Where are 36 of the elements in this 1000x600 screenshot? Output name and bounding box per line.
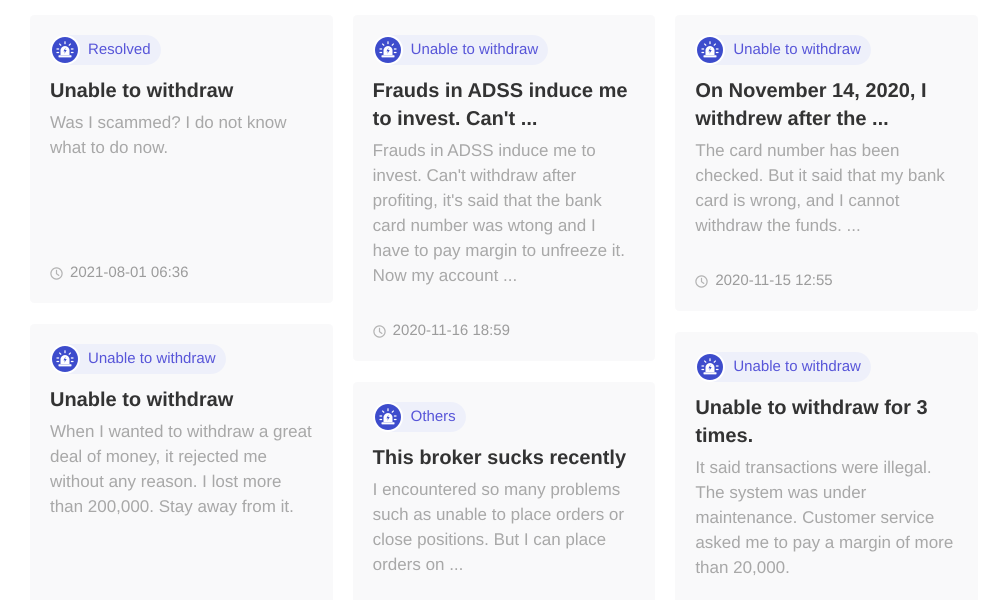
category-label: Unable to withdraw — [410, 40, 538, 60]
alarm-light-icon — [695, 35, 726, 65]
complaint-text: It said transactions were illegal. The system was under maintenance. Customer service asked me to pay a margin of more than 20,000. — [695, 457, 954, 579]
complaint-card[interactable] — [352, 15, 656, 361]
complaint-card[interactable]: Unable to withdraw On November 14, 2020, I withdrew after the ... The card number has been checked. But it said that my bank card is wrong, and I cannot withdraw the funds. ... 2020-11-15 12:55 — [675, 15, 978, 311]
clock-icon — [372, 324, 386, 338]
complaint-title: Unable to withdraw — [50, 388, 234, 413]
alarm-light-icon — [372, 402, 403, 432]
alarm-light-icon — [695, 352, 726, 382]
complaint-title: Frauds in ADSS induce me to invest. Can't ... — [372, 79, 629, 132]
category-label: Resolved — [88, 40, 151, 60]
complaint-card[interactable]: Unable to withdraw Unable to withdraw for 3 times. It said transactions were illegal. The system was under maintenance. Customer service asked me to pay a margin of more than 20,000. — [675, 332, 978, 600]
complaint-text: The card number has been checked. But it said that my bank card is wrong, and I cannot withdraw the funds. ... — [695, 140, 946, 237]
category-label: Others — [410, 407, 456, 427]
post-date: 2020-11-15 12:55 — [715, 271, 833, 291]
complaint-title: Unable to withdraw — [50, 79, 234, 104]
alarm-light-icon — [50, 35, 80, 65]
alarm-light-icon — [50, 344, 80, 374]
post-date: 2020-11-16 18:59 — [392, 321, 510, 341]
category-label: Unable to withdraw — [733, 40, 861, 60]
complaint-text: I encountered so many problems such as unable to place orders or close positions. But I can place orders on ... — [372, 479, 626, 576]
complaint-title: This broker sucks recently — [372, 446, 628, 471]
alarm-light-icon — [372, 35, 403, 65]
clock-icon — [50, 266, 63, 280]
category-label: Unable to withdraw — [733, 357, 861, 377]
complaint-card[interactable]: Others This broker sucks recently I encountered so many problems such as unable to place orders or close positions. But I can place orders on ... — [352, 382, 656, 600]
post-date: 2021-08-01 06:36 — [70, 263, 188, 283]
complaint-text: Frauds in ADSS induce me to invest. Can't withdraw after profiting, it's said that the bank card number was wtong and I have to pay margin to unfreeze it. Now my account ... — [372, 140, 626, 287]
category-label: Unable to withdraw — [88, 349, 216, 369]
clock-icon — [695, 274, 708, 288]
complaint-title: On November 14, 2020, I withdrew after the ... — [695, 79, 928, 132]
complaint-card[interactable]: Resolved Unable to withdraw Was I scammed? I do not know what to do now. 2021-08-01 06:36 — [30, 15, 333, 303]
complaint-title: Unable to withdraw for 3 times. — [695, 396, 929, 449]
complaint-text: When I wanted to withdraw a great deal of money, it rejected me without any reason. I lost more than 200,000. Stay away from it. — [50, 421, 313, 518]
complaint-text: Was I scammed? I do not know what to do now. — [50, 112, 288, 159]
complaint-card[interactable]: Unable to withdraw Unable to withdraw When I wanted to withdraw a great deal of money, it rejected me without any reason. I lost more than 200,000. Stay away from it. — [30, 324, 333, 600]
